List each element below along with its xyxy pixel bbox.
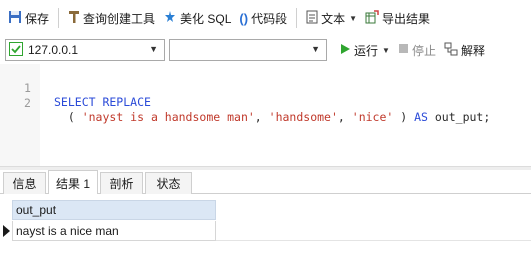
- run-label: 运行: [354, 43, 379, 58]
- sql-text: ,: [254, 110, 269, 124]
- beautify-sql-button[interactable]: 美化 SQL: [159, 6, 235, 30]
- code-text: SELECT REPLACE: [54, 95, 151, 109]
- code-snippet-label: 代码段: [251, 11, 288, 26]
- tab-profile[interactable]: 剖析: [100, 172, 143, 194]
- row-gridline: [216, 240, 531, 241]
- connection-select[interactable]: 127.0.0.1 ▼: [5, 39, 165, 61]
- sql-text: ,: [337, 110, 352, 124]
- chevron-down-icon: ▼: [311, 44, 320, 54]
- tab-result-1[interactable]: 结果 1: [48, 170, 98, 195]
- query-builder-label: 查询创建工具: [83, 11, 156, 26]
- sql-text: (: [54, 110, 82, 124]
- magic-wand-icon: [163, 10, 177, 27]
- sql-text: out_put;: [427, 110, 491, 124]
- chevron-down-icon: ▼: [349, 13, 358, 23]
- chevron-down-icon: ▼: [382, 45, 390, 55]
- code-line: 2 ( 'nayst is a handsome man', 'handsome…: [0, 82, 490, 124]
- database-select[interactable]: ▼: [169, 39, 327, 61]
- text-button[interactable]: 文本 ▼: [302, 6, 361, 30]
- result-grid: out_put nayst is a nice man: [0, 194, 531, 256]
- column-header[interactable]: out_put: [12, 200, 216, 220]
- export-results-button[interactable]: 导出结果: [361, 6, 434, 30]
- stop-icon: [398, 43, 409, 57]
- document-icon: [306, 10, 318, 27]
- explain-icon: [444, 42, 458, 59]
- sql-string: 'nice': [351, 110, 394, 124]
- sql-string: 'handsome': [268, 110, 338, 124]
- stop-label: 停止: [411, 43, 436, 58]
- save-button[interactable]: 保存: [4, 6, 53, 30]
- tab-info[interactable]: 信息: [3, 172, 46, 194]
- code-text: ( 'nayst is a handsome man', 'handsome',…: [54, 110, 490, 124]
- row-pointer-icon: [3, 225, 10, 237]
- braces-icon: (): [239, 10, 249, 26]
- text-label: 文本: [321, 11, 346, 26]
- table-row[interactable]: nayst is a nice man: [0, 221, 531, 241]
- connection-bar: 127.0.0.1 ▼ ▼ 运行 ▼ 停止 解释: [0, 36, 531, 64]
- tab-status[interactable]: 状态: [145, 172, 192, 194]
- save-icon: [8, 10, 22, 27]
- explain-button[interactable]: 解释: [440, 38, 489, 62]
- export-icon: [365, 9, 379, 27]
- chevron-down-icon: ▼: [149, 44, 158, 54]
- code-line: 1 SELECT REPLACE: [0, 67, 151, 109]
- connection-value: 127.0.0.1: [28, 43, 79, 57]
- sql-keyword: AS: [414, 110, 428, 124]
- beautify-sql-label: 美化 SQL: [180, 11, 232, 26]
- save-label: 保存: [25, 11, 50, 26]
- toolbar-divider: [296, 8, 298, 28]
- connection-icon: [9, 41, 23, 59]
- sql-string: 'nayst is a handsome man': [81, 110, 255, 124]
- sql-keyword: SELECT REPLACE: [54, 95, 151, 109]
- main-toolbar: 保存 查询创建工具 美化 SQL () 代码段 文本 ▼ 导出结果: [0, 0, 531, 36]
- query-builder-icon: [68, 10, 80, 27]
- play-icon: [339, 43, 351, 58]
- result-tabs: 信息 结果 1 剖析 状态: [0, 170, 531, 195]
- run-button[interactable]: 运行 ▼: [335, 38, 394, 62]
- sql-editor[interactable]: 1 SELECT REPLACE 2 ( 'nayst is a handsom…: [0, 64, 531, 166]
- table-cell[interactable]: nayst is a nice man: [12, 221, 216, 241]
- toolbar-divider: [58, 8, 60, 28]
- stop-button[interactable]: 停止: [394, 38, 440, 62]
- query-builder-button[interactable]: 查询创建工具: [64, 6, 159, 30]
- line-number: 2: [24, 96, 31, 110]
- explain-label: 解释: [460, 43, 485, 58]
- sql-text: ): [393, 110, 415, 124]
- export-results-label: 导出结果: [382, 11, 431, 26]
- code-snippet-button[interactable]: () 代码段: [235, 6, 291, 30]
